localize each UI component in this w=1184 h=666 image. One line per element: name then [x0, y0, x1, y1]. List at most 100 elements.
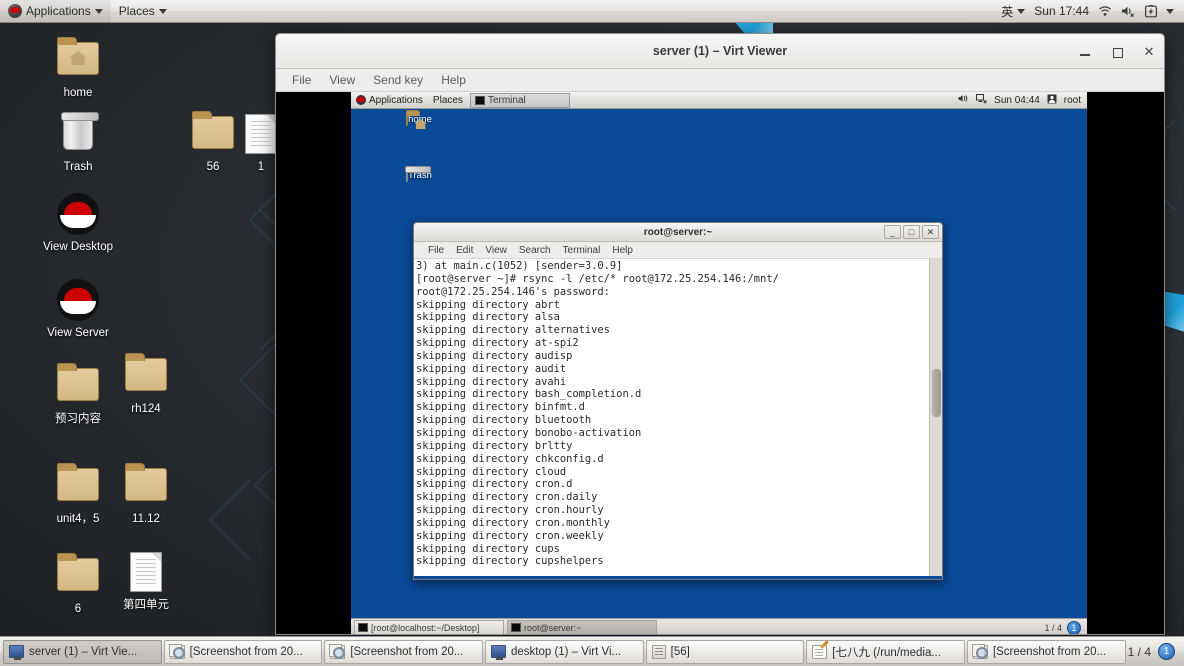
menu-send-key[interactable]: Send key: [365, 71, 431, 89]
desktop-icon-label: 预习内容: [55, 413, 101, 425]
monitor-icon: [490, 645, 506, 660]
desktop-icon-label: unit4，5: [56, 513, 100, 525]
close-icon[interactable]: ✕: [1142, 44, 1156, 59]
maximize-icon[interactable]: □: [903, 225, 920, 239]
taskbar-item-screenshot-2[interactable]: [Screenshot from 20...: [324, 639, 483, 664]
virt-viewer-title: server (1) – Virt Viewer: [652, 44, 788, 58]
desktop-icon-view-desktop[interactable]: View Desktop: [36, 190, 120, 254]
menu-view[interactable]: View: [321, 71, 363, 89]
screenshot-icon: [168, 643, 185, 659]
vm-desktop-icon-home[interactable]: home: [389, 113, 449, 126]
taskbar-item-label: [Screenshot from 20...: [350, 645, 464, 658]
network-icon[interactable]: [976, 93, 987, 107]
terminal-output: 3) at main.c(1052) [sender=3.0.9] [root@…: [416, 260, 779, 568]
trash-icon: [36, 110, 120, 158]
redhat-logo-icon: [8, 4, 22, 18]
desktop-icon-label: 1: [257, 161, 265, 173]
terminal-menu-terminal[interactable]: Terminal: [557, 244, 607, 257]
vm-places-label: Places: [432, 94, 463, 106]
battery-icon[interactable]: [1145, 4, 1157, 18]
applications-menu-label: Applications: [26, 4, 91, 18]
input-method-label: 英: [1001, 4, 1014, 19]
terminal-menu-edit[interactable]: Edit: [450, 244, 479, 257]
chevron-down-icon[interactable]: [1166, 8, 1174, 14]
desktop-icon-rh124[interactable]: rh124: [104, 352, 188, 416]
places-menu-label: Places: [118, 4, 155, 18]
vm-taskbar-item-localhost[interactable]: [root@localhost:~/Desktop]: [354, 620, 504, 634]
vm-window-list-item-terminal[interactable]: Terminal: [469, 92, 570, 108]
vm-places-menu[interactable]: Places: [428, 92, 468, 109]
folder-home-icon: [36, 36, 120, 84]
host-workspace-area: 1 / 4 1: [1128, 643, 1181, 660]
desktop-icon-view-server[interactable]: View Server: [36, 276, 120, 340]
vm-workspace-badge[interactable]: 1: [1067, 620, 1081, 634]
input-method-indicator[interactable]: 英: [1001, 3, 1026, 20]
screenshot-icon: [971, 643, 988, 659]
virt-viewer-menubar: File View Send key Help: [276, 69, 1164, 92]
folder-icon: [104, 352, 188, 400]
scrollbar-thumb[interactable]: [932, 369, 941, 417]
virt-viewer-window-controls: ✕: [1078, 34, 1156, 69]
host-bottom-taskbar: server (1) – Virt Vie... [Screenshot fro…: [0, 636, 1184, 666]
terminal-titlebar[interactable]: root@server:~ _ □ ✕: [414, 223, 942, 242]
redhat-logo-icon: [356, 95, 366, 105]
vm-top-panel: Applications Places Terminal Sun 04:44 r…: [351, 92, 1087, 109]
redhat-icon: [36, 276, 120, 324]
desktop-icon-label: 56: [206, 161, 220, 173]
virt-viewer-titlebar[interactable]: server (1) – Virt Viewer ✕: [276, 34, 1164, 69]
terminal-body[interactable]: 3) at main.c(1052) [sender=3.0.9] [root@…: [414, 259, 942, 576]
vm-bottom-taskbar: [root@localhost:~/Desktop] root@server:~…: [351, 618, 1087, 634]
maximize-icon[interactable]: [1110, 45, 1124, 59]
terminal-menu-search[interactable]: Search: [513, 244, 557, 257]
screenshot-icon: [329, 643, 346, 659]
terminal-scrollbar[interactable]: [929, 259, 942, 576]
desktop-icon-label: View Desktop: [42, 241, 114, 253]
minimize-icon[interactable]: _: [884, 225, 901, 239]
taskbar-item-56[interactable]: [56]: [645, 639, 805, 664]
taskbar-item-qibajiu[interactable]: [七八九 (/run/media...: [806, 639, 965, 664]
taskbar-item-label: desktop (1) – Virt Vi...: [510, 645, 622, 658]
desktop-icon-label: 第四单元: [123, 599, 169, 611]
vm-applications-menu[interactable]: Applications: [351, 92, 428, 109]
terminal-bottom-edge: [414, 576, 942, 579]
terminal-icon: [511, 623, 521, 632]
workspace-badge[interactable]: 1: [1158, 643, 1175, 660]
desktop-icon-disiyuandan[interactable]: 第四单元: [104, 548, 188, 612]
desktop-icon-trash[interactable]: Trash: [36, 110, 120, 174]
minimize-icon[interactable]: [1078, 45, 1092, 59]
chevron-down-icon: [158, 8, 167, 14]
taskbar-item-server-virt-viewer[interactable]: server (1) – Virt Vie...: [3, 639, 162, 664]
vm-workspace-area: 1 / 4 1: [1044, 620, 1084, 634]
user-icon: [1047, 94, 1057, 107]
menu-help[interactable]: Help: [433, 71, 474, 89]
vm-desktop-icon-trash[interactable]: Trash: [389, 169, 449, 182]
menu-file[interactable]: File: [284, 71, 319, 89]
desktop-icon-home[interactable]: home: [36, 36, 120, 100]
vm-taskbar-item-server[interactable]: root@server:~: [507, 620, 657, 634]
terminal-menu-file[interactable]: File: [422, 244, 450, 257]
vm-taskbar-label: root@server:~: [524, 622, 582, 633]
terminal-menu-help[interactable]: Help: [606, 244, 639, 257]
desktop-icon-label: home: [63, 87, 93, 99]
vm-clock[interactable]: Sun 04:44: [994, 95, 1040, 106]
host-top-panel: Applications Places 英 Sun 17:44: [0, 0, 1184, 23]
vm-user-label[interactable]: root: [1064, 95, 1081, 106]
terminal-title: root@server:~: [643, 226, 713, 238]
volume-icon[interactable]: [958, 94, 969, 106]
places-menu[interactable]: Places: [111, 0, 175, 23]
close-icon[interactable]: ✕: [922, 225, 939, 239]
host-panel-status-area: 英 Sun 17:44: [1001, 3, 1184, 20]
vm-screen[interactable]: Applications Places Terminal Sun 04:44 r…: [351, 92, 1087, 634]
taskbar-item-screenshot-3[interactable]: [Screenshot from 20...: [966, 639, 1126, 664]
taskbar-item-desktop-virt-viewer[interactable]: desktop (1) – Virt Vi...: [484, 639, 644, 664]
wifi-icon[interactable]: [1098, 5, 1112, 17]
virt-viewer-canvas[interactable]: Applications Places Terminal Sun 04:44 r…: [276, 92, 1164, 634]
clock[interactable]: Sun 17:44: [1034, 4, 1089, 18]
taskbar-item-screenshot-1[interactable]: [Screenshot from 20...: [163, 639, 323, 664]
desktop-icon-1112[interactable]: 11.12: [104, 462, 188, 526]
volume-muted-icon[interactable]: [1121, 5, 1136, 17]
applications-menu[interactable]: Applications: [0, 0, 111, 23]
terminal-menu-view[interactable]: View: [479, 244, 513, 257]
vm-workspace-indicator: 1 / 4: [1044, 622, 1062, 633]
folder-icon: [104, 462, 188, 510]
